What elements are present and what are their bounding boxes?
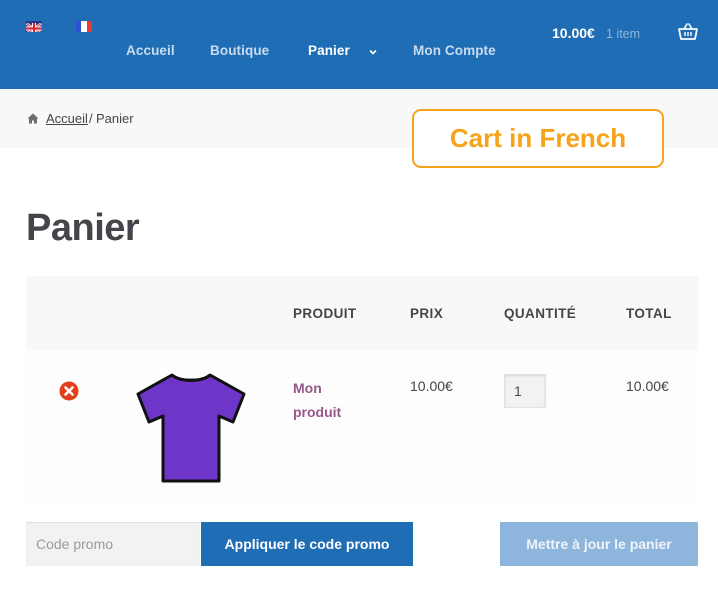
tshirt-icon[interactable] (136, 372, 246, 484)
breadcrumb-current: Panier (96, 111, 134, 126)
nav-item-boutique[interactable]: Boutique (210, 43, 269, 58)
quantity-input[interactable] (504, 374, 546, 408)
nav-item-accueil[interactable]: Accueil (126, 43, 175, 58)
site-header: Accueil Boutique Panier Mon Compte 10.00… (0, 0, 718, 89)
update-cart-button[interactable]: Mettre à jour le panier (500, 522, 698, 566)
product-name-link[interactable]: Mon produit (293, 376, 373, 424)
breadcrumb-home-link[interactable]: Accueil (46, 111, 88, 126)
table-row (26, 350, 698, 505)
apply-coupon-button[interactable]: Appliquer le code promo (201, 522, 413, 566)
nav-item-mon-compte[interactable]: Mon Compte (413, 43, 496, 58)
chevron-down-icon[interactable] (368, 47, 378, 57)
nav-item-panier[interactable]: Panier (308, 43, 350, 58)
basket-icon[interactable] (678, 23, 698, 41)
home-icon (27, 113, 39, 124)
column-header-product: PRODUIT (293, 306, 357, 321)
header-cart-count[interactable]: 1 item (606, 27, 640, 41)
cart-table-header (26, 276, 698, 350)
product-subtotal: 10.00€ (626, 378, 669, 394)
page-title: Panier (26, 207, 140, 249)
header-cart-total[interactable]: 10.00€ (552, 25, 595, 41)
annotation-callout: Cart in French (412, 109, 664, 168)
product-price: 10.00€ (410, 378, 453, 394)
annotation-callout-text: Cart in French (449, 123, 627, 153)
breadcrumb-separator: / (89, 111, 93, 126)
coupon-code-input[interactable] (26, 522, 200, 566)
france-flag-icon[interactable] (76, 21, 92, 32)
column-header-total: TOTAL (626, 306, 672, 321)
remove-icon[interactable] (59, 381, 79, 401)
column-header-price: PRIX (410, 306, 444, 321)
uk-flag-icon[interactable] (26, 21, 42, 32)
column-header-quantity: QUANTITÉ (504, 306, 577, 321)
